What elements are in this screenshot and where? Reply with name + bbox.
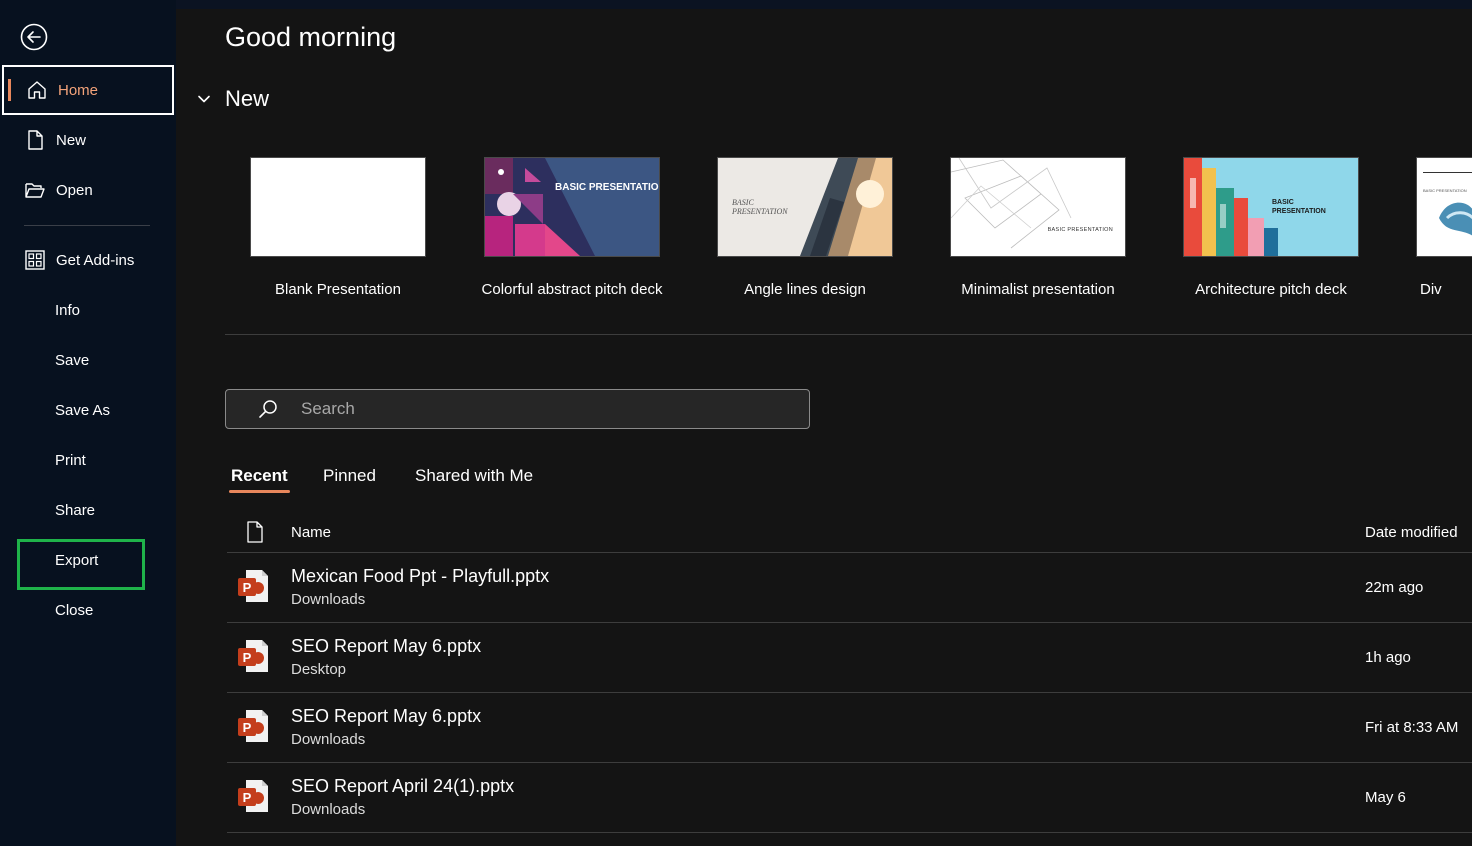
table-row[interactable]: P Mexican Food Ppt - Playfull.pptx Downl…	[227, 553, 1472, 623]
template-blank-presentation[interactable]: Blank Presentation	[250, 157, 426, 298]
tab-pinned[interactable]: Pinned	[323, 466, 376, 486]
template-angle-lines[interactable]: BASIC PRESENTATION Angle lines design	[717, 157, 893, 298]
template-architecture[interactable]: BASIC PRESENTATION Architecture pitch de…	[1183, 157, 1359, 298]
folder-open-icon	[23, 178, 47, 202]
active-indicator	[8, 79, 11, 101]
sidebar-item-open[interactable]: Open	[2, 165, 174, 215]
section-divider	[225, 334, 1472, 335]
sidebar-item-print[interactable]: Print	[2, 435, 174, 485]
active-tab-indicator	[229, 490, 290, 493]
sidebar-item-label: Home	[58, 81, 99, 99]
sidebar-item-label: Save As	[55, 401, 111, 419]
svg-text:P: P	[243, 650, 252, 665]
template-caption: Architecture pitch deck	[1195, 281, 1347, 298]
file-date-modified: Fri at 8:33 AM	[1365, 719, 1459, 736]
add-ins-grid-icon	[23, 248, 47, 272]
template-thumbnail: BASIC PRESENTATION	[1416, 157, 1472, 257]
template-thumbnail: BASIC PRESENTATION	[950, 157, 1126, 257]
template-caption: Angle lines design	[744, 281, 866, 298]
sidebar-item-label: Share	[55, 501, 96, 519]
sidebar-item-label: Close	[55, 601, 94, 619]
search-placeholder: Search	[301, 399, 355, 418]
sidebar-item-label: Get Add-ins	[56, 251, 135, 269]
template-thumbnail	[250, 157, 426, 257]
template-caption: Div	[1420, 281, 1442, 298]
back-button[interactable]	[19, 22, 49, 52]
template-minimalist[interactable]: BASIC PRESENTATION Minimalist presentati…	[950, 157, 1126, 298]
svg-text:P: P	[243, 790, 252, 805]
template-caption: Minimalist presentation	[961, 281, 1115, 298]
new-section-toggle[interactable]: New	[195, 86, 269, 112]
sidebar-item-share[interactable]: Share	[2, 485, 174, 535]
file-date-modified: May 6	[1365, 789, 1406, 806]
file-name: SEO Report May 6.pptx	[291, 706, 482, 726]
file-type-icon	[247, 521, 263, 543]
backstage-sidebar: Home New Open Get Add-ins Info Save Save…	[0, 0, 176, 846]
sidebar-item-label: Save	[55, 351, 90, 369]
powerpoint-file-icon: P	[238, 710, 268, 742]
tab-recent[interactable]: Recent	[231, 466, 288, 486]
powerpoint-file-icon: P	[238, 570, 268, 602]
sidebar-divider	[24, 225, 150, 226]
sidebar-item-export[interactable]: Export	[2, 535, 174, 585]
file-name: SEO Report April 24(1).pptx	[291, 776, 515, 796]
colorful-buildings-graphic	[1184, 158, 1278, 256]
table-row[interactable]: P SEO Report May 6.pptx Desktop 1h ago	[227, 623, 1472, 693]
sidebar-item-close[interactable]: Close	[2, 585, 174, 635]
abstract-shapes-graphic	[485, 158, 595, 256]
tab-shared-with-me[interactable]: Shared with Me	[415, 466, 533, 486]
greeting-heading: Good morning	[225, 22, 397, 52]
sidebar-item-label: Print	[55, 451, 86, 469]
row-divider	[227, 832, 1472, 833]
template-thumbnail: BASIC PRESENTATION	[484, 157, 660, 257]
file-name: Mexican Food Ppt - Playfull.pptx	[291, 566, 550, 586]
template-caption: Blank Presentation	[275, 281, 401, 298]
new-file-icon	[23, 128, 47, 152]
svg-text:P: P	[243, 580, 252, 595]
sidebar-item-save[interactable]: Save	[2, 335, 174, 385]
powerpoint-file-icon: P	[238, 640, 268, 672]
file-date-modified: 1h ago	[1365, 649, 1411, 666]
template-thumbnail: BASIC PRESENTATION	[717, 157, 893, 257]
powerpoint-file-icon: P	[238, 780, 268, 812]
sidebar-item-get-add-ins[interactable]: Get Add-ins	[2, 235, 174, 285]
column-header-date-modified[interactable]: Date modified	[1365, 524, 1458, 541]
line-art-graphic	[951, 158, 1072, 249]
file-location: Downloads	[291, 731, 366, 748]
column-header-name[interactable]: Name	[291, 524, 331, 541]
file-location: Desktop	[291, 661, 347, 678]
sidebar-item-label: Info	[55, 301, 81, 319]
template-thumb-text: BASIC PRESENTATION	[555, 182, 660, 193]
template-colorful-abstract[interactable]: BASIC PRESENTATION Colorful abstract pit…	[482, 157, 662, 298]
table-row[interactable]: P SEO Report May 6.pptx Downloads Fri at…	[227, 693, 1472, 763]
sidebar-item-new[interactable]: New	[2, 115, 174, 165]
table-row[interactable]: P SEO Report April 24(1).pptx Downloads …	[227, 763, 1472, 833]
sidebar-item-info[interactable]: Info	[2, 285, 174, 335]
template-thumb-text: BASIC PRESENTATION	[1272, 199, 1326, 215]
title-bar-strip	[176, 0, 1472, 9]
file-location: Downloads	[291, 591, 366, 608]
search-input[interactable]: Search	[225, 389, 810, 429]
template-thumb-text: BASIC PRESENTATION	[732, 198, 788, 216]
sidebar-item-label: Open	[56, 181, 93, 199]
file-date-modified: 22m ago	[1365, 579, 1424, 596]
template-div-partial[interactable]: BASIC PRESENTATION Div	[1416, 157, 1472, 298]
chevron-down-icon	[198, 95, 210, 103]
template-thumb-text: BASIC PRESENTATION	[1047, 227, 1113, 233]
svg-text:P: P	[243, 720, 252, 735]
sidebar-item-save-as[interactable]: Save As	[2, 385, 174, 435]
sidebar-item-label: Export	[55, 551, 99, 569]
new-section-title: New	[225, 86, 270, 111]
file-name: SEO Report May 6.pptx	[291, 636, 482, 656]
template-thumbnail: BASIC PRESENTATION	[1183, 157, 1359, 257]
template-caption: Colorful abstract pitch deck	[481, 281, 663, 298]
search-icon	[259, 400, 277, 418]
sidebar-item-home[interactable]: Home	[2, 65, 174, 115]
sidebar-item-label: New	[56, 131, 87, 149]
back-arrow-icon	[20, 23, 48, 51]
file-location: Downloads	[291, 801, 366, 818]
abstract-swirl-graphic	[1439, 202, 1472, 236]
home-icon	[25, 78, 49, 102]
